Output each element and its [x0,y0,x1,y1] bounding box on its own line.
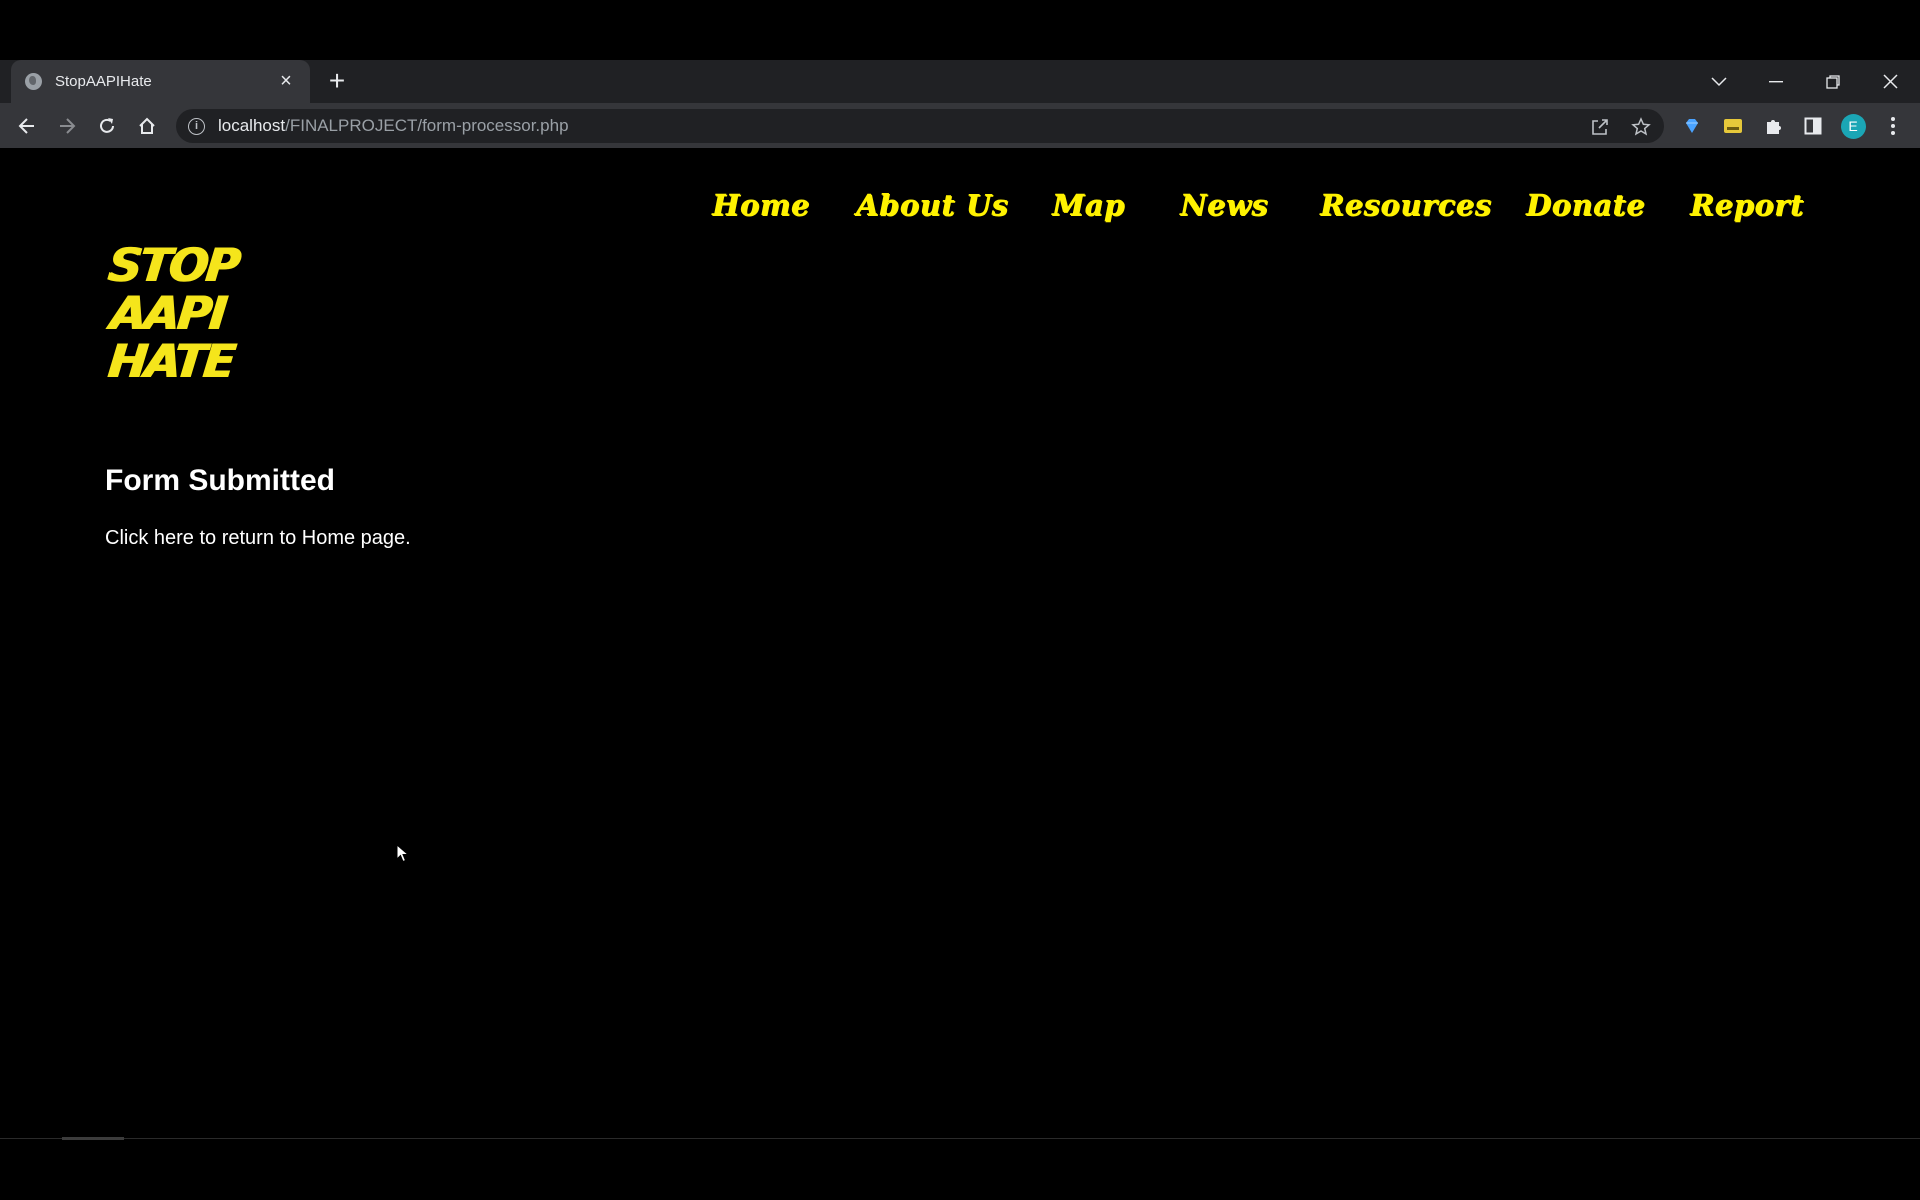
stop-aapi-hate-logo[interactable]: STOP AAPI HATE [104,238,244,390]
url-path: /FINALPROJECT/form-processor.php [285,116,569,135]
site-info-icon[interactable]: i [188,117,205,135]
extension-card-icon[interactable] [1718,111,1748,141]
reload-icon[interactable] [91,110,123,142]
nav-resources[interactable]: Resources [1320,188,1492,222]
url-host: localhost [218,116,286,135]
nav-about-us[interactable]: About Us [856,188,1008,222]
menu-kebab-icon[interactable] [1878,111,1908,141]
nav-report[interactable]: Report [1690,188,1804,222]
return-home-link[interactable]: Click here to return to Home page. [105,527,411,550]
logo-line-1: STOP [105,238,241,292]
address-bar[interactable]: i localhost/FINALPROJECT/form-processor.… [176,109,1664,143]
page-title: Form Submitted [105,464,335,497]
profile-initial: E [1840,113,1866,139]
back-arrow-icon[interactable] [11,110,43,142]
extension-diamond-icon[interactable] [1677,111,1707,141]
share-icon[interactable] [1588,115,1612,139]
browser-tabstrip: StopAAPIHate × + [0,60,1920,103]
nav-home[interactable]: Home [712,188,810,222]
close-tab-icon[interactable]: × [276,70,296,93]
nav-map[interactable]: Map [1052,188,1125,222]
new-tab-button[interactable]: + [322,66,352,96]
minimize-icon[interactable] [1753,60,1799,103]
globe-icon [25,73,42,90]
home-icon[interactable] [131,110,163,142]
browser-toolbar: i localhost/FINALPROJECT/form-processor.… [0,103,1920,148]
extensions-puzzle-icon[interactable] [1758,111,1788,141]
nav-donate[interactable]: Donate [1526,188,1645,222]
mouse-cursor-icon [396,844,410,863]
screen-bottom-border [0,1138,1920,1200]
side-panel-icon[interactable] [1798,111,1828,141]
browser-tab[interactable]: StopAAPIHate × [11,60,310,103]
nav-news[interactable]: News [1180,188,1268,222]
horizontal-scrollbar-thumb[interactable] [62,1137,124,1140]
web-page: Home About Us Map News Resources Donate … [0,148,1920,1138]
tab-title: StopAAPIHate [55,73,152,90]
url-text: localhost/FINALPROJECT/form-processor.ph… [218,116,569,136]
screen-top-border [0,0,1920,60]
forward-arrow-icon[interactable] [51,110,83,142]
tab-search-icon[interactable] [1696,60,1742,103]
profile-avatar[interactable]: E [1838,111,1868,141]
bookmark-star-icon[interactable] [1629,115,1653,139]
restore-icon[interactable] [1810,60,1856,103]
horizontal-scrollbar-track [0,1138,1920,1139]
logo-line-3: HATE [105,334,236,388]
close-window-icon[interactable] [1867,60,1913,103]
logo-line-2: AAPI [107,286,227,340]
